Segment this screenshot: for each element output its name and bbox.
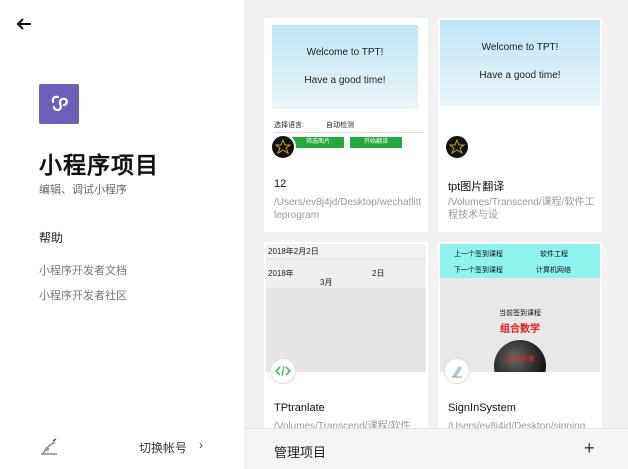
project-card-signinsystem[interactable]: 上一个签到课程 软件工程 下一个签到课程 计算机网络 当前签到课程 组合数学 点… <box>438 242 602 456</box>
project-path: /Volumes/Transcend/课程/软件工程技术与设 <box>448 197 595 221</box>
account-bar: 切换帐号 › <box>39 436 219 458</box>
preview-current-label: 当前签到课程 <box>499 310 541 317</box>
preview-day: 2日 <box>372 269 385 278</box>
switch-account-button[interactable]: 切换帐号 <box>139 439 187 456</box>
preview-divider <box>274 132 424 133</box>
preview-next-course-label: 下一个签到课程 <box>454 267 503 274</box>
project-name: SignInSystem <box>448 402 516 414</box>
preview-lang-label: 选择语言: <box>274 122 304 129</box>
project-panel: Welcome to TPT! Have a good time! 选择语言: … <box>244 0 628 469</box>
dev-docs-link[interactable]: 小程序开发者文档 <box>39 262 127 278</box>
arrow-left-icon[interactable] <box>16 16 36 36</box>
page-subtitle: 编辑、调试小程序 <box>39 184 127 196</box>
project-name: 12 <box>274 178 287 190</box>
dev-community-link[interactable]: 小程序开发者社区 <box>39 287 127 303</box>
preview-sign-button-text: 点 击 签 到 <box>505 357 535 363</box>
project-name: TPtranlate <box>274 402 325 414</box>
app-window: 小程序项目 编辑、调试小程序 帮助 小程序开发者文档 小程序开发者社区 切换帐号… <box>0 0 628 469</box>
preview-translate-button: 开始翻译 <box>350 137 402 148</box>
preview-good-time-text: Have a good time! <box>304 75 386 86</box>
project-card-tpt[interactable]: Welcome to TPT! Have a good time! tpt图片翻… <box>438 18 602 232</box>
project-thumbnail: 2018年2月2日 2018年 2日 3月 <box>266 244 426 372</box>
star-avatar-icon <box>444 134 470 160</box>
project-name: tpt图片翻译 <box>448 181 505 193</box>
preview-banner: Welcome to TPT! Have a good time! <box>272 25 418 109</box>
project-card-tptranlate[interactable]: 2018年2月2日 2018年 2日 3月 TPtranlate /Volume… <box>264 242 428 456</box>
help-heading: 帮助 <box>39 231 64 245</box>
code-avatar-icon <box>270 358 296 384</box>
preview-welcome-text: Welcome to TPT! <box>306 47 384 58</box>
preview-month: 3月 <box>320 278 333 287</box>
preview-course2: 计算机网络 <box>536 267 571 274</box>
app-avatar-icon <box>444 358 470 384</box>
project-thumbnail: Welcome to TPT! Have a good time! <box>440 20 600 148</box>
bottom-bar: 管理项目 + <box>244 428 628 469</box>
preview-good-time-text: Have a good time! <box>479 70 561 81</box>
page-title: 小程序项目 <box>39 152 159 178</box>
chevron-right-icon[interactable]: › <box>199 438 203 452</box>
add-project-icon[interactable]: + <box>584 438 595 459</box>
preview-year: 2018年 <box>268 269 294 278</box>
preview-lang-value: 自动检测 <box>326 122 354 129</box>
preview-banner: Welcome to TPT! Have a good time! <box>440 20 600 106</box>
project-thumbnail: 上一个签到课程 软件工程 下一个签到课程 计算机网络 当前签到课程 组合数学 点… <box>440 244 600 372</box>
preview-current-course: 组合数学 <box>500 324 540 335</box>
project-thumbnail: Welcome to TPT! Have a good time! 选择语言: … <box>266 20 426 148</box>
preview-select-image-button: 筛选图片 <box>292 137 344 148</box>
project-path: /Users/ev8j4jd/Desktop/wechatlittleprogr… <box>274 197 422 221</box>
sidebar: 小程序项目 编辑、调试小程序 帮助 小程序开发者文档 小程序开发者社区 切换帐号… <box>0 0 244 469</box>
manage-projects-button[interactable]: 管理项目 <box>274 442 326 461</box>
preview-date-top: 2018年2月2日 <box>268 247 319 256</box>
miniprogram-logo-icon <box>39 84 79 124</box>
preview-course1: 软件工程 <box>540 251 568 258</box>
user-avatar-icon[interactable] <box>39 438 59 456</box>
project-card-12[interactable]: Welcome to TPT! Have a good time! 选择语言: … <box>264 18 428 232</box>
star-avatar-icon <box>270 134 296 160</box>
preview-welcome-text: Welcome to TPT! <box>481 42 559 53</box>
preview-prev-course-label: 上一个签到课程 <box>454 251 503 258</box>
